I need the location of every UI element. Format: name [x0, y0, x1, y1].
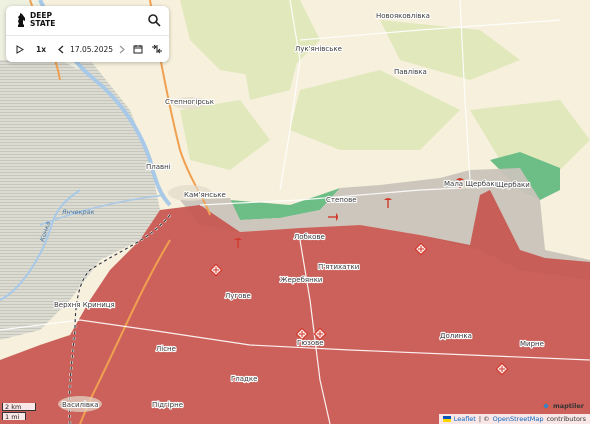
ukraine-flag-icon	[442, 416, 451, 422]
compare-button[interactable]	[151, 44, 163, 54]
place-label: Щербаки	[496, 181, 530, 189]
timeline-controls: 1x 17.05.2025	[16, 41, 163, 57]
maptiler-logo[interactable]: maptiler	[541, 401, 584, 411]
place-label: Василівка	[62, 401, 99, 409]
next-day-button[interactable]	[119, 45, 125, 54]
place-label: Новояковлівка	[376, 12, 430, 20]
place-label: Мирне	[520, 340, 544, 348]
place-label: Верхня Криниця	[54, 301, 115, 309]
compare-arrows-icon	[152, 44, 163, 54]
place-label: Гладке	[231, 375, 257, 383]
maptiler-icon	[541, 401, 551, 411]
place-label: Кам'янське	[184, 191, 226, 199]
place-label: Мала Щербаки	[444, 180, 499, 188]
chevron-left-icon	[58, 45, 64, 53]
place-label: Павлівка	[394, 68, 427, 76]
place-label: Плавні	[146, 163, 171, 171]
leaflet-link[interactable]: Leaflet	[454, 414, 476, 424]
current-date: 17.05.2025	[70, 44, 114, 54]
place-label: Гюзове	[297, 339, 324, 347]
brand-logo[interactable]: DEEP STATE	[16, 12, 64, 28]
attribution-contributors: contributors	[546, 415, 586, 423]
scale-bar-imperial: 1 mi	[2, 412, 26, 421]
place-label: Лук'янівське	[295, 45, 342, 53]
map-canvas[interactable]: Новояковлівка Лук'янівське Павлівка Степ…	[0, 0, 590, 424]
place-label: Степове	[326, 196, 357, 204]
place-label: Лугове	[225, 292, 251, 300]
play-icon	[16, 44, 24, 54]
place-label: Долинка	[440, 332, 472, 340]
chevron-right-icon	[119, 45, 125, 53]
place-label: Лобкове	[294, 233, 325, 241]
place-label: Жеребянки	[280, 276, 322, 284]
brand-name: DEEP STATE	[30, 11, 56, 28]
place-label: П'ятихатки	[318, 263, 359, 271]
calendar-icon	[133, 45, 143, 54]
attribution-separator: | ©	[478, 415, 490, 423]
speed-toggle[interactable]: 1x	[36, 45, 46, 54]
place-label: Підгірне	[152, 401, 183, 409]
place-label: Лісне	[156, 345, 176, 353]
chess-knight-icon	[18, 13, 25, 27]
search-icon[interactable]	[147, 13, 161, 27]
scale-bar-metric: 2 km	[2, 403, 36, 411]
play-button[interactable]	[16, 44, 24, 54]
map-attribution: Leaflet | © OpenStreetMap contributors	[438, 414, 590, 424]
previous-day-button[interactable]	[58, 45, 64, 54]
maptiler-label: maptiler	[553, 402, 584, 410]
place-label: Степногірськ	[165, 98, 214, 106]
panel-divider	[6, 35, 169, 36]
osm-link[interactable]: OpenStreetMap	[493, 414, 544, 424]
control-panel: DEEP STATE 1x 17.05.2025	[6, 6, 169, 62]
water-label: Янчекрак	[61, 208, 95, 216]
calendar-button[interactable]	[133, 44, 143, 54]
